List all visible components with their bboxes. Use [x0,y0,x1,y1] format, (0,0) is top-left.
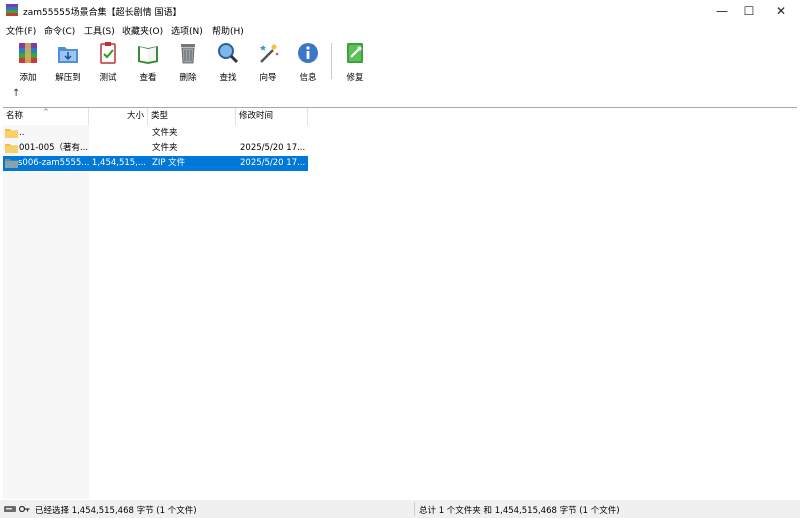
file-modified [240,126,308,141]
delete-button[interactable]: 删除 [171,41,205,85]
view-label: 查看 [139,73,157,83]
menu-bar: 文件(F) 命令(C) 工具(S) 收藏夹(O) 选项(N) 帮助(H) [0,22,800,38]
file-list[interactable]: 名称 ^ 大小 类型 修改时间 .. 文件夹 001-005（著有... 文件夹… [3,107,797,501]
info-icon [298,43,318,63]
file-type: 文件夹 [152,128,178,138]
file-name: s006-zam5555... [18,158,89,168]
toolbar: 添加 解压到 测试 查看 删除 查找 向导 信息 修复 [0,38,800,86]
file-size [89,141,144,156]
minimize-button[interactable]: — [707,0,737,22]
extract-to-label: 解压到 [55,73,81,83]
title-bar: zam55555场景合集【超长剧情 国语】 — ☐ ✕ [0,0,800,22]
info-button[interactable]: 信息 [291,41,325,85]
key-icon[interactable] [19,504,30,514]
delete-icon [181,44,195,64]
menu-options[interactable]: 选项(N) [171,24,203,37]
wizard-label: 向导 [259,73,277,83]
view-icon [138,46,158,64]
toolbar-separator [331,43,332,79]
column-header-name[interactable]: 名称 ^ [3,108,89,125]
column-header-modified[interactable]: 修改时间 [236,108,308,125]
info-label: 信息 [299,73,317,83]
folder-icon [5,144,18,153]
navigation-row: ↑ [0,86,800,106]
menu-commands[interactable]: 命令(C) [44,24,75,37]
file-modified: 2025/5/20 17... [240,143,306,153]
column-header-size[interactable]: 大小 [89,108,148,125]
find-button[interactable]: 查找 [211,41,245,85]
zip-folder-icon [5,159,18,168]
file-name: 001-005（著有... [19,143,89,153]
repair-button[interactable]: 修复 [338,41,372,85]
add-button[interactable]: 添加 [11,41,45,85]
view-button[interactable]: 查看 [131,41,165,85]
winrar-app-icon[interactable] [6,4,18,16]
test-icon [100,42,116,64]
drive-icon[interactable] [4,504,16,514]
file-row-parent[interactable]: .. 文件夹 [3,126,308,141]
up-one-level-icon[interactable]: ↑ [12,88,20,99]
window-title: zam55555场景合集【超长剧情 国语】 [23,8,182,18]
file-name: .. [19,128,25,138]
file-type: 文件夹 [152,143,178,153]
sort-ascending-icon: ^ [43,108,49,116]
status-separator [414,502,415,516]
menu-help[interactable]: 帮助(H) [212,24,244,37]
status-bar: 已经选择 1,454,515,468 字节 (1 个文件) 总计 1 个文件夹 … [0,500,800,518]
find-icon [218,43,239,64]
wizard-icon [260,44,279,63]
file-modified: 2025/5/20 17... [240,158,306,168]
wizard-button[interactable]: 向导 [251,41,285,85]
file-row-zip[interactable]: s006-zam5555... 1,454,515,... ZIP 文件 202… [3,156,308,171]
menu-favorites[interactable]: 收藏夹(O) [122,24,163,37]
delete-label: 删除 [179,73,197,83]
status-selection-text: 已经选择 1,454,515,468 字节 (1 个文件) [35,506,197,516]
repair-label: 修复 [346,73,364,83]
test-label: 测试 [99,73,117,83]
column-name-label: 名称 [6,111,24,121]
add-archive-icon [19,43,37,63]
extract-to-icon [58,47,78,63]
column-header-type[interactable]: 类型 [148,108,236,125]
name-column-background [3,125,89,499]
column-header-row: 名称 ^ 大小 类型 修改时间 [3,108,797,125]
close-button[interactable]: ✕ [766,0,796,22]
file-type: ZIP 文件 [152,158,186,168]
file-row-folder[interactable]: 001-005（著有... 文件夹 2025/5/20 17... [3,141,308,156]
repair-icon [347,43,363,63]
maximize-button[interactable]: ☐ [734,0,764,22]
add-label: 添加 [19,73,37,83]
extract-to-button[interactable]: 解压到 [51,41,85,85]
test-button[interactable]: 测试 [91,41,125,85]
file-size: 1,454,515,... [91,158,146,168]
menu-file[interactable]: 文件(F) [6,24,36,37]
status-total-text: 总计 1 个文件夹 和 1,454,515,468 字节 (1 个文件) [419,506,620,516]
menu-tools[interactable]: 工具(S) [84,24,115,37]
find-label: 查找 [219,73,237,83]
parent-folder-icon [5,129,18,138]
file-size [89,126,144,141]
